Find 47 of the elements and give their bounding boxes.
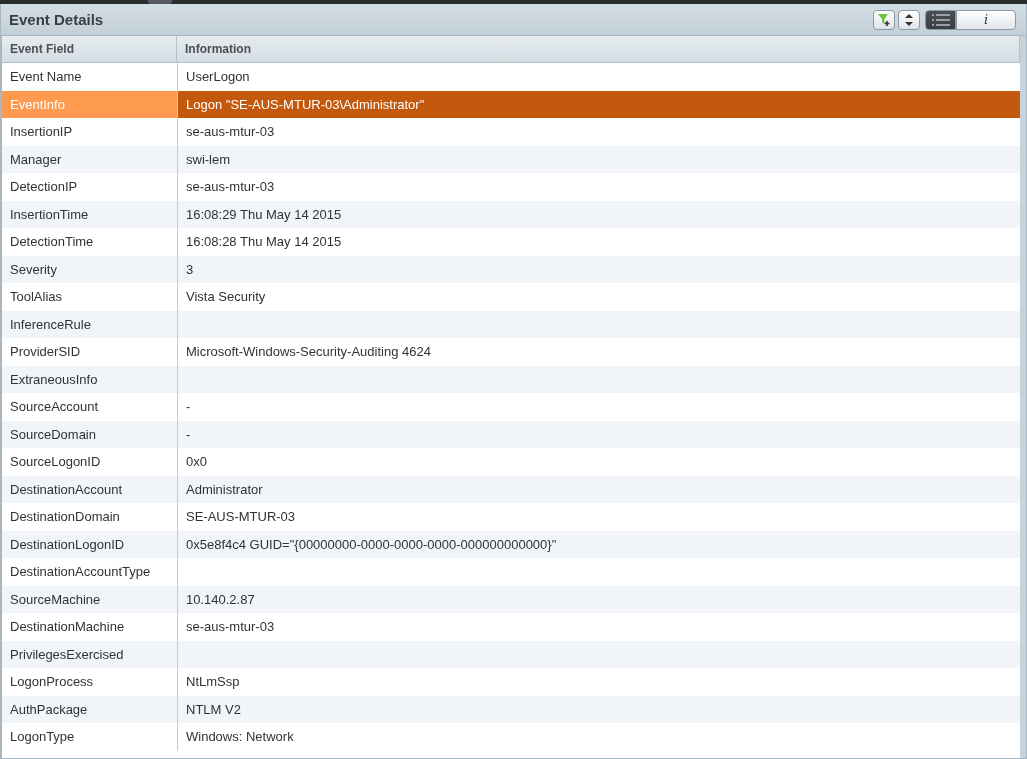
field-name-cell[interactable]: LogonProcess	[2, 668, 177, 696]
field-name-cell[interactable]: ExtraneousInfo	[2, 365, 177, 393]
field-name-cell[interactable]: Event Name	[2, 63, 177, 91]
field-value-cell[interactable]: se-aus-mtur-03	[177, 173, 1020, 201]
sort-button[interactable]	[898, 9, 920, 30]
field-name-cell[interactable]: DetectionIP	[2, 173, 177, 201]
field-value-cell[interactable]: NtLmSsp	[177, 668, 1020, 696]
field-name-cell[interactable]: LogonType	[2, 723, 177, 751]
field-name-cell[interactable]: DestinationAccountType	[2, 558, 177, 586]
field-name-cell[interactable]: ToolAlias	[2, 283, 177, 311]
field-name-cell[interactable]: DestinationDomain	[2, 503, 177, 531]
list-icon	[931, 13, 950, 26]
field-name-cell[interactable]: ProviderSID	[2, 338, 177, 366]
field-name-cell[interactable]: DestinationLogonID	[2, 530, 177, 558]
field-name-cell[interactable]: DestinationMachine	[2, 613, 177, 641]
field-value-cell[interactable]: 0x0	[177, 448, 1020, 476]
field-value-cell[interactable]: Microsoft-Windows-Security-Auditing 4624	[177, 338, 1020, 366]
field-name-cell[interactable]: SourceAccount	[2, 393, 177, 421]
field-name-cell[interactable]: SourceLogonID	[2, 448, 177, 476]
field-value-cell[interactable]: UserLogon	[177, 63, 1020, 91]
add-filter-button[interactable]	[873, 9, 895, 30]
field-name-cell[interactable]: DetectionTime	[2, 228, 177, 256]
field-name-cell[interactable]: InsertionTime	[2, 200, 177, 228]
field-name-cell[interactable]: Severity	[2, 255, 177, 283]
field-value-cell[interactable]: Vista Security	[177, 283, 1020, 311]
field-name-cell[interactable]: DestinationAccount	[2, 475, 177, 503]
up-down-arrows-icon	[904, 12, 914, 27]
field-name-cell[interactable]: Manager	[2, 145, 177, 173]
info-view-button[interactable]: i	[956, 9, 1016, 30]
field-value-cell[interactable]: Logon "SE-AUS-MTUR-03\Administrator"	[177, 90, 1020, 118]
filter-add-icon	[877, 12, 891, 27]
column-header[interactable]: Event Field	[2, 36, 177, 62]
field-value-cell[interactable]: SE-AUS-MTUR-03	[177, 503, 1020, 531]
field-value-cell[interactable]: 16:08:28 Thu May 14 2015	[177, 228, 1020, 256]
field-value-cell[interactable]: -	[177, 393, 1020, 421]
field-name-cell[interactable]: SourceDomain	[2, 420, 177, 448]
field-name-cell[interactable]: PrivilegesExercised	[2, 640, 177, 668]
field-name-cell[interactable]: SourceMachine	[2, 585, 177, 613]
field-value-cell[interactable]: Windows: Network	[177, 723, 1020, 751]
field-name-cell[interactable]: AuthPackage	[2, 695, 177, 723]
column-header[interactable]: Information	[177, 36, 1020, 62]
list-view-button[interactable]	[925, 9, 956, 30]
field-value-cell[interactable]: se-aus-mtur-03	[177, 613, 1020, 641]
field-value-cell[interactable]: se-aus-mtur-03	[177, 118, 1020, 146]
panel-title: Event Details	[9, 11, 104, 28]
field-name-cell[interactable]: InferenceRule	[2, 310, 177, 338]
field-name-cell[interactable]: InsertionIP	[2, 118, 177, 146]
